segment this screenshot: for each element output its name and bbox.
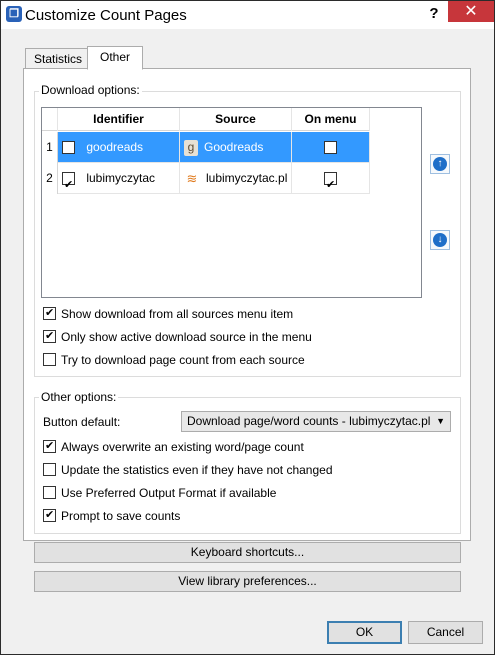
checkbox-label: Prompt to save counts	[61, 509, 181, 523]
checkbox-label: Show download from all sources menu item	[61, 307, 294, 321]
source-cell: ≋ lubimyczytac.pl	[180, 163, 292, 194]
checkbox[interactable]	[43, 328, 56, 344]
download-sources-table: Identifier Source On menu 1 goodreads gG…	[41, 107, 422, 298]
row-number: 1	[42, 132, 58, 163]
column-header-on-menu[interactable]: On menu	[292, 108, 370, 131]
column-header-source[interactable]: Source	[180, 108, 292, 131]
tab-other[interactable]: Other	[87, 46, 144, 70]
column-header-identifier[interactable]: Identifier	[58, 108, 180, 131]
show-all-sources-option[interactable]: Show download from all sources menu item	[43, 305, 294, 322]
arrow-up-icon: ↑	[433, 157, 447, 171]
identifier-cell: lubimyczytac	[58, 163, 180, 200]
select-value: Download page/word counts - lubimyczytac…	[187, 414, 431, 428]
checkbox-label: Update the statistics even if they have …	[61, 463, 333, 477]
cancel-button[interactable]: Cancel	[408, 621, 483, 644]
window-title: Customize Count Pages	[25, 7, 187, 24]
on-menu-checkbox[interactable]	[324, 141, 337, 155]
enabled-checkbox[interactable]	[62, 170, 75, 200]
download-options-title: Download options:	[39, 83, 142, 97]
view-library-preferences-button[interactable]: View library preferences...	[34, 571, 461, 592]
on-menu-cell	[292, 163, 370, 200]
arrow-down-icon: ↓	[433, 233, 447, 247]
preferred-output-format-option[interactable]: Use Preferred Output Format if available	[43, 485, 276, 501]
book-icon: ❐	[6, 6, 22, 22]
checkbox[interactable]	[43, 353, 56, 366]
chevron-down-icon: ▼	[436, 416, 445, 426]
identifier-cell: goodreads	[58, 132, 180, 163]
prompt-save-option[interactable]: Prompt to save counts	[43, 507, 181, 524]
source-cell: g Goodreads	[180, 132, 292, 163]
button-default-select[interactable]: Download page/word counts - lubimyczytac…	[181, 411, 451, 432]
checkbox[interactable]	[43, 438, 56, 454]
move-down-button[interactable]: ↓	[430, 230, 450, 250]
checkbox[interactable]	[43, 463, 56, 476]
checkbox[interactable]	[43, 486, 56, 499]
checkbox-label: Use Preferred Output Format if available	[61, 486, 277, 500]
close-button[interactable]: ✕	[448, 1, 494, 22]
update-statistics-option[interactable]: Update the statistics even if they have …	[43, 462, 333, 478]
button-default-label: Button default:	[43, 415, 121, 429]
identifier-text: lubimyczytac	[86, 171, 156, 185]
checkbox-label: Try to download page count from each sou…	[61, 353, 305, 367]
row-number-header	[42, 108, 58, 131]
table-row[interactable]: 1 goodreads g Goodreads	[42, 132, 370, 163]
ok-button[interactable]: OK	[327, 621, 402, 644]
goodreads-icon: g	[184, 139, 198, 156]
try-each-source-option[interactable]: Try to download page count from each sou…	[43, 352, 305, 368]
dialog-window: ❐ Customize Count Pages ? ✕ Statistics O…	[0, 0, 495, 655]
on-menu-cell	[292, 132, 370, 163]
title-bar: ❐ Customize Count Pages ? ✕	[1, 1, 494, 29]
only-active-source-option[interactable]: Only show active download source in the …	[43, 328, 312, 345]
keyboard-shortcuts-button[interactable]: Keyboard shortcuts...	[34, 542, 461, 563]
help-button[interactable]: ?	[421, 4, 447, 24]
always-overwrite-option[interactable]: Always overwrite an existing word/page c…	[43, 438, 304, 455]
checkbox[interactable]	[43, 305, 56, 321]
on-menu-checkbox[interactable]	[324, 170, 337, 200]
enabled-checkbox[interactable]	[62, 141, 75, 155]
identifier-text: goodreads	[86, 140, 144, 154]
other-options-title: Other options:	[39, 390, 119, 404]
checkbox-label: Only show active download source in the …	[61, 330, 312, 344]
table-row[interactable]: 2 lubimyczytac ≋ lubimyczytac.pl	[42, 163, 370, 200]
move-up-button[interactable]: ↑	[430, 154, 450, 174]
tab-statistics[interactable]: Statistics	[25, 48, 92, 70]
row-number: 2	[42, 163, 58, 194]
books-stack-icon: ≋	[186, 170, 198, 186]
source-text: lubimyczytac.pl	[206, 171, 288, 185]
table-header: Identifier Source On menu	[42, 108, 370, 131]
checkbox[interactable]	[43, 507, 56, 523]
source-text: Goodreads	[204, 140, 264, 154]
checkbox-label: Always overwrite an existing word/page c…	[61, 440, 304, 454]
